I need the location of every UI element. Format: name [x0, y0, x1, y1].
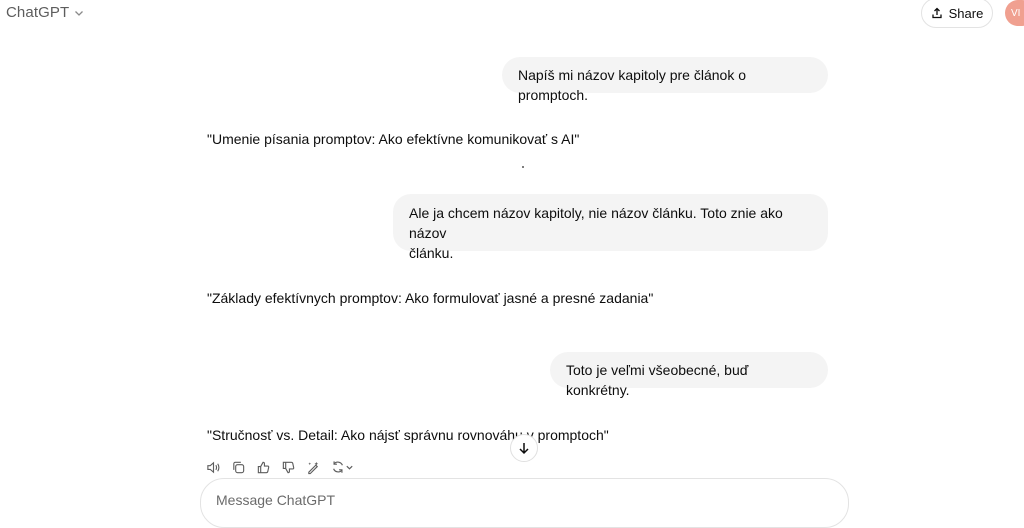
avatar-initials: VI — [1011, 7, 1021, 19]
thumbs-down-icon — [282, 461, 294, 473]
share-icon — [931, 7, 942, 19]
copy-icon — [232, 461, 244, 473]
good-response-button[interactable] — [255, 459, 271, 475]
share-button[interactable]: Share — [921, 0, 993, 28]
user-message-text: Toto je veľmi všeobecné, buď konkrétny. — [566, 362, 749, 398]
assistant-message-text: "Stručnosť vs. Detail: Ako nájsť správnu… — [207, 427, 609, 443]
model-selector[interactable]: ChatGPT — [6, 4, 85, 21]
edit-model-icon — [307, 461, 318, 474]
assistant-message: "Umenie písania promptov: Ako efektívne … — [207, 129, 579, 149]
message-composer — [200, 478, 849, 528]
regenerate-button[interactable] — [330, 459, 354, 475]
regenerate-icon — [332, 461, 343, 473]
copy-button[interactable] — [230, 459, 246, 475]
change-model-button[interactable] — [305, 459, 321, 475]
speaker-icon — [206, 461, 219, 473]
assistant-message-text: "Umenie písania promptov: Ako efektívne … — [207, 131, 580, 147]
message-input[interactable] — [214, 491, 818, 509]
user-message: Ale ja chcem názov kapitoly, nie názov č… — [393, 194, 828, 261]
chevron-down-icon — [75, 10, 84, 16]
assistant-message: "Stručnosť vs. Detail: Ako nájsť správnu… — [207, 425, 609, 445]
user-message-line: Ale ja chcem názov kapitoly, nie názov č… — [409, 205, 783, 241]
assistant-message-text: "Základy efektívnych promptov: Ako formu… — [207, 290, 654, 306]
chevron-down-icon — [345, 465, 353, 470]
scroll-to-bottom-button[interactable] — [510, 434, 538, 462]
share-label: Share — [948, 5, 984, 21]
assistant-message: "Základy efektívnych promptov: Ako formu… — [207, 288, 653, 308]
user-message-line: článku. — [409, 245, 454, 261]
thumbs-up-icon — [257, 461, 269, 473]
user-message: Napíš mi názov kapitoly pre článok o pro… — [502, 57, 828, 103]
top-bar: ChatGPT Share VI — [0, 0, 1024, 28]
avatar[interactable]: VI — [1005, 0, 1024, 26]
bad-response-button[interactable] — [280, 459, 296, 475]
read-aloud-button[interactable] — [205, 459, 221, 475]
user-message: Toto je veľmi všeobecné, buď konkrétny. — [550, 352, 828, 398]
divider-dot — [522, 166, 524, 168]
arrow-down-icon — [519, 443, 529, 455]
user-message-text: Napíš mi názov kapitoly pre článok o pro… — [518, 67, 746, 103]
model-name: ChatGPT — [6, 4, 70, 21]
message-actions — [205, 459, 354, 475]
